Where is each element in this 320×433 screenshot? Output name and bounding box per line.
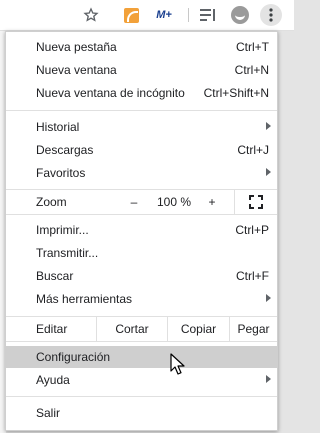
menu-item-label: Más herramientas [36, 292, 133, 306]
menu-item-downloads[interactable]: Descargas Ctrl+J [6, 139, 277, 161]
menu-item-find[interactable]: Buscar Ctrl+F [6, 265, 277, 287]
menu-item-print[interactable]: Imprimir... Ctrl+P [6, 219, 277, 241]
menu-item-label: Descargas [36, 143, 94, 157]
menu-item-label: Imprimir... [36, 223, 89, 237]
toolbar-separator [188, 8, 189, 22]
menu-divider [6, 110, 277, 111]
menu-item-incognito[interactable]: Nueva ventana de incógnito Ctrl+Shift+N [6, 82, 277, 104]
submenu-arrow-icon [266, 375, 271, 383]
menu-item-exit[interactable]: Salir [6, 402, 277, 424]
menu-item-settings[interactable]: Configuración [6, 346, 277, 368]
menu-item-cast[interactable]: Transmitir... [6, 242, 277, 264]
mplus-extension-icon[interactable]: M+ [152, 5, 176, 25]
menu-item-label: Favoritos [36, 166, 86, 180]
zoom-in-button[interactable]: + [199, 190, 225, 214]
paste-button[interactable]: Pegar [229, 317, 277, 341]
menu-item-shortcut: Ctrl+P [235, 223, 269, 237]
menu-divider [6, 341, 277, 342]
menu-item-shortcut: Ctrl+Shift+N [203, 86, 269, 100]
menu-item-more-tools[interactable]: Más herramientas [6, 288, 277, 310]
star-icon[interactable] [81, 5, 101, 25]
menu-item-label: Nueva ventana [36, 63, 117, 77]
edit-row: Editar Cortar Copiar Pegar [6, 317, 277, 341]
menu-kebab-icon[interactable] [260, 4, 282, 26]
menu-item-label: Historial [36, 120, 80, 134]
menu-divider [6, 214, 277, 215]
zoom-row: Zoom – 100 % + [6, 190, 277, 214]
menu-item-history[interactable]: Historial [6, 116, 277, 138]
zoom-value: 100 % [156, 195, 192, 209]
menu-item-help[interactable]: Ayuda [6, 369, 277, 391]
mouse-cursor-icon [170, 353, 186, 375]
menu-item-new-window[interactable]: Nueva ventana Ctrl+N [6, 59, 277, 81]
menu-item-label: Salir [36, 406, 61, 420]
zoom-label: Zoom [36, 195, 67, 209]
menu-divider [6, 396, 277, 397]
menu-item-label: Nueva ventana de incógnito [36, 86, 185, 100]
media-queue-icon[interactable] [199, 5, 217, 25]
browser-toolbar: M+ [0, 0, 294, 31]
cut-button[interactable]: Cortar [96, 317, 167, 341]
zoom-out-button[interactable]: – [119, 190, 149, 214]
menu-item-shortcut: Ctrl+J [237, 143, 269, 157]
submenu-arrow-icon [266, 294, 271, 302]
copy-button[interactable]: Copiar [167, 317, 229, 341]
menu-item-shortcut: Ctrl+N [234, 63, 269, 77]
edit-label: Editar [36, 322, 68, 336]
menu-item-label: Configuración [36, 350, 111, 364]
menu-item-bookmarks[interactable]: Favoritos [6, 162, 277, 184]
submenu-arrow-icon [266, 122, 271, 130]
rss-extension-icon[interactable] [121, 5, 141, 25]
menu-item-shortcut: Ctrl+F [236, 269, 269, 283]
fullscreen-icon[interactable] [234, 190, 277, 214]
submenu-arrow-icon [266, 168, 271, 176]
menu-item-new-tab[interactable]: Nueva pestaña Ctrl+T [6, 36, 277, 58]
profile-avatar-icon[interactable] [229, 5, 251, 25]
menu-item-label: Buscar [36, 269, 74, 283]
menu-item-label: Ayuda [36, 373, 70, 387]
menu-item-label: Nueva pestaña [36, 40, 117, 54]
menu-item-shortcut: Ctrl+T [236, 40, 269, 54]
browser-menu: Nueva pestaña Ctrl+T Nueva ventana Ctrl+… [5, 31, 278, 431]
menu-item-label: Transmitir... [36, 246, 99, 260]
